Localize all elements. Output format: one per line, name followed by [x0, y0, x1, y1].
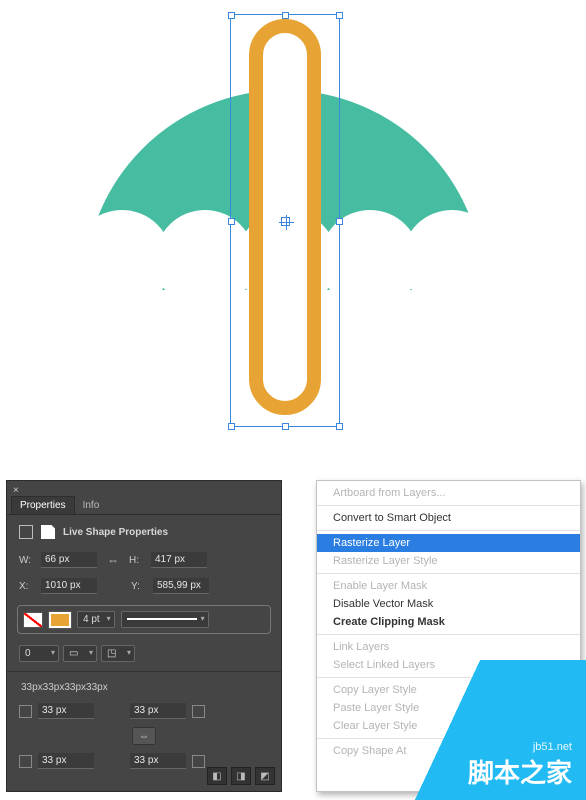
transform-center-icon[interactable] — [281, 217, 290, 226]
corner-tl-field[interactable] — [38, 703, 94, 719]
menu-item[interactable]: Create Clipping Mask — [317, 613, 580, 631]
width-field[interactable] — [41, 552, 97, 568]
watermark-url: jb51.net — [533, 741, 572, 753]
mask-icon — [41, 525, 55, 539]
corner-br-field[interactable] — [130, 753, 186, 769]
section-title-label: Live Shape Properties — [63, 527, 168, 538]
menu-item: Artboard from Layers... — [317, 484, 580, 502]
handle-bot-mid[interactable] — [282, 423, 289, 430]
corner-tl-lock[interactable] — [19, 705, 32, 718]
stroke-row: 4 pt — [17, 605, 271, 634]
section-title: Live Shape Properties — [7, 515, 281, 547]
width-label: W: — [19, 555, 33, 566]
height-field[interactable] — [151, 552, 207, 568]
menu-item[interactable]: Disable Vector Mask — [317, 595, 580, 613]
handle-bot-right[interactable] — [336, 423, 343, 430]
handle-top-mid[interactable] — [282, 12, 289, 19]
watermark-name: 脚本之家 — [468, 753, 572, 790]
corner-bl-lock[interactable] — [19, 755, 32, 768]
tab-info[interactable]: Info — [75, 497, 108, 514]
height-label: H: — [129, 555, 143, 566]
menu-item[interactable]: Convert to Smart Object — [317, 509, 580, 527]
x-label: X: — [19, 581, 33, 592]
corner-br-lock[interactable] — [192, 755, 205, 768]
properties-panel: × Properties Info Live Shape Properties … — [6, 480, 282, 792]
handle-bot-left[interactable] — [228, 423, 235, 430]
join-dropdown[interactable]: ◳ — [101, 645, 135, 662]
watermark-ribbon: jb51.net 脚本之家 — [366, 660, 586, 800]
corner-summary-text: 33px33px33px33px — [7, 676, 281, 699]
pathfinder-unite-icon[interactable]: ◧ — [207, 767, 227, 785]
stroke-swatch[interactable] — [49, 612, 71, 628]
menu-separator — [317, 634, 580, 635]
cap-dropdown[interactable]: ▭ — [63, 645, 97, 662]
menu-separator — [317, 573, 580, 574]
handle-mid-right[interactable] — [336, 218, 343, 225]
stroke-style-preview — [127, 618, 197, 620]
menu-item: Link Layers — [317, 638, 580, 656]
pathfinder-subtract-icon[interactable]: ◨ — [231, 767, 251, 785]
menu-item: Rasterize Layer Style — [317, 552, 580, 570]
menu-separator — [317, 530, 580, 531]
stroke-weight-dropdown[interactable]: 4 pt — [77, 611, 115, 628]
corner-tr-field[interactable] — [130, 703, 186, 719]
pathfinder-icons: ◧ ◨ ◩ — [207, 767, 275, 785]
menu-item[interactable]: Rasterize Layer — [317, 534, 580, 552]
shape-type-icon — [19, 525, 33, 539]
link-wh-icon[interactable]: ⇔ — [107, 553, 119, 567]
handle-mid-left[interactable] — [228, 218, 235, 225]
panel-tabs: Properties Info — [7, 481, 281, 515]
artboard-canvas — [0, 0, 586, 470]
y-field[interactable] — [153, 578, 209, 594]
y-label: Y: — [131, 581, 145, 592]
corner-tr-lock[interactable] — [192, 705, 205, 718]
panel-close-icon[interactable]: × — [13, 485, 19, 496]
stroke-align-dropdown[interactable]: 0 — [19, 645, 59, 662]
fill-swatch-none[interactable] — [23, 612, 43, 628]
selection-bounding-box[interactable] — [230, 14, 340, 427]
link-corners-icon[interactable]: ⇔ — [132, 727, 156, 745]
x-field[interactable] — [41, 578, 97, 594]
handle-top-left[interactable] — [228, 12, 235, 19]
menu-separator — [317, 505, 580, 506]
menu-item: Enable Layer Mask — [317, 577, 580, 595]
stroke-style-dropdown[interactable] — [121, 611, 209, 628]
tab-properties[interactable]: Properties — [11, 496, 75, 514]
pathfinder-intersect-icon[interactable]: ◩ — [255, 767, 275, 785]
corner-bl-field[interactable] — [38, 753, 94, 769]
handle-top-right[interactable] — [336, 12, 343, 19]
